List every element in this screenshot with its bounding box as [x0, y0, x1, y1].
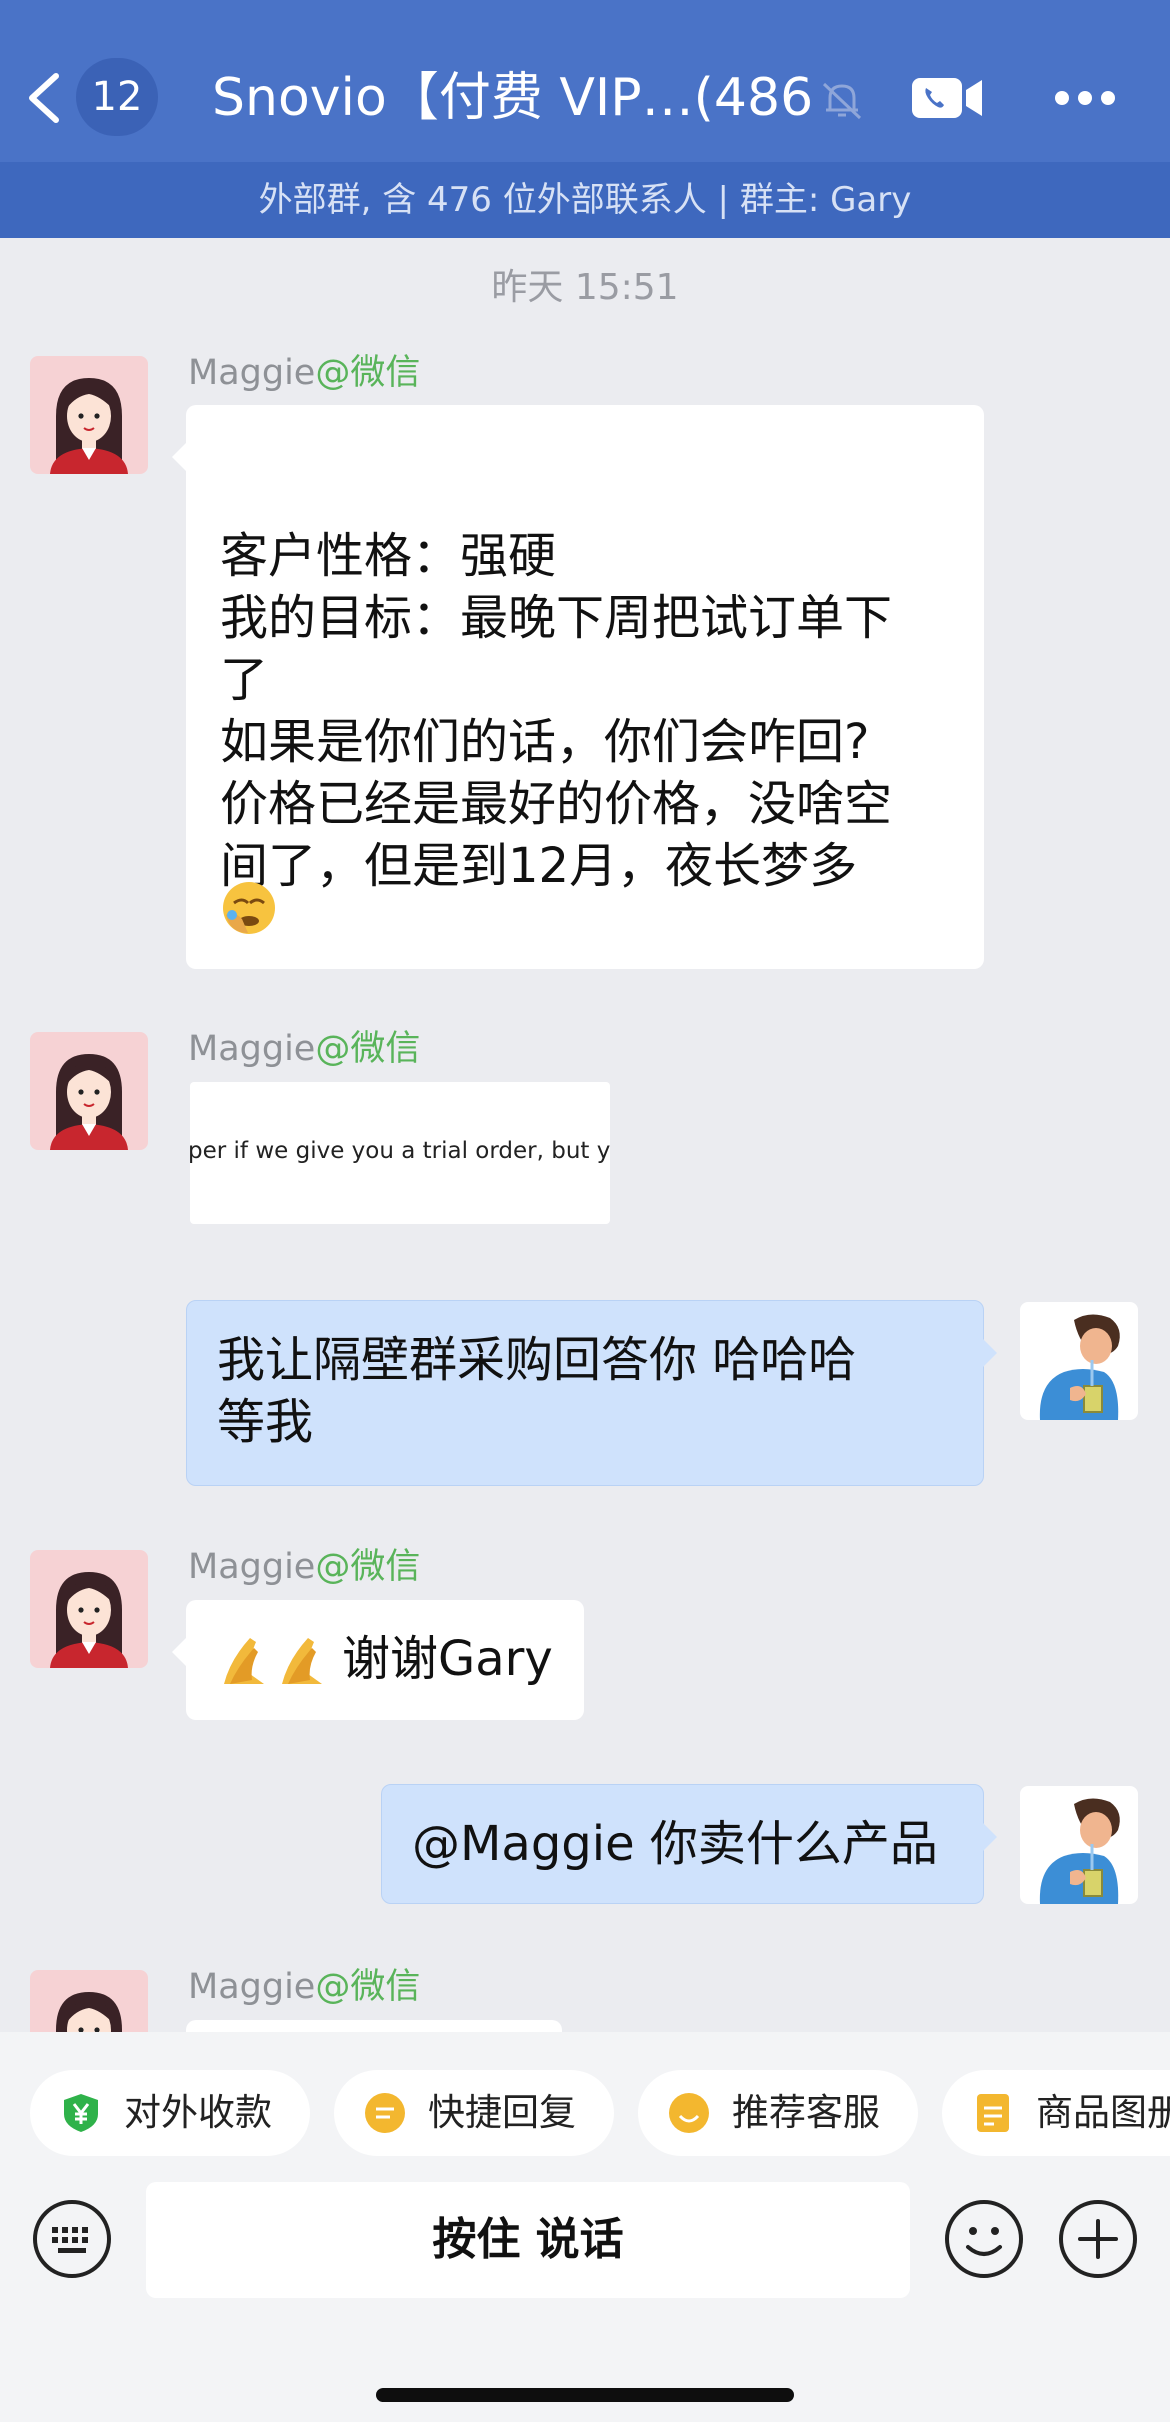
sender-source-tag: @微信: [315, 353, 421, 393]
plus-icon[interactable]: [1058, 2199, 1138, 2279]
message-list[interactable]: 昨天 15:51 Maggie@微信 客户性格：强硬 我的目标：最晚下周把试订单…: [0, 238, 1170, 2032]
chip-label: 对外收款: [124, 2091, 272, 2134]
unread-count-badge[interactable]: 12: [76, 58, 158, 136]
avatar-maggie[interactable]: [30, 356, 148, 474]
input-bar: 按住 说话: [0, 2182, 1170, 2422]
sender-source-tag: @微信: [315, 1967, 421, 2007]
payment-icon: [64, 2094, 98, 2132]
message-bubble-incoming[interactable]: 客户性格：强硬 我的目标：最晚下周把试订单下 了 如果是你们的话，你们会咋回? …: [172, 405, 984, 969]
avatar-maggie[interactable]: [30, 1032, 148, 1150]
chip-external-payment[interactable]: 对外收款: [30, 2070, 310, 2156]
message-bubble-incoming[interactable]: [186, 2020, 562, 2032]
more-dots-icon[interactable]: [1054, 88, 1116, 108]
emoji-icon[interactable]: [944, 2199, 1024, 2279]
sender-name-text: Maggie: [188, 1547, 316, 1587]
image-message[interactable]: per if we give you a trial order, but yo: [190, 1082, 610, 1224]
avatar-maggie[interactable]: [30, 1970, 148, 2032]
chip-product-album[interactable]: 商品图册: [942, 2070, 1170, 2156]
sender-name[interactable]: Maggie@微信: [188, 1962, 420, 2012]
folded-hands-emoji: [224, 1638, 322, 1684]
quick-action-bar: 对外收款 快捷回复 推荐客服 商品图册: [0, 2032, 1170, 2182]
message-bubble-outgoing[interactable]: @Maggie 你卖什么产品: [381, 1784, 997, 1904]
sender-name-text: Maggie: [188, 1967, 316, 2007]
message-line: 我让隔壁群采购回答你 哈哈哈: [217, 1332, 857, 1388]
group-title[interactable]: Snovio【付费 VIP…(486): [212, 60, 812, 136]
back-chevron-icon[interactable]: [24, 72, 64, 124]
sender-name[interactable]: Maggie@微信: [188, 348, 420, 398]
chip-label: 快捷回复: [428, 2091, 576, 2134]
message-bubble-incoming[interactable]: 谢谢Gary: [172, 1600, 584, 1720]
message-timestamp: 昨天 15:51: [491, 267, 679, 308]
facepalm-emoji: [223, 882, 275, 934]
message-line: 客户性格：强硬: [220, 528, 557, 584]
avatar-self[interactable]: [1020, 1786, 1138, 1904]
message-line: [220, 463, 948, 525]
chip-recommend-service[interactable]: 推荐客服: [638, 2070, 918, 2156]
image-message-text: per if we give you a trial order, but yo: [190, 1138, 610, 1164]
hold-to-talk-button[interactable]: 按住 说话: [146, 2182, 910, 2298]
chip-quick-reply[interactable]: 快捷回复: [334, 2070, 614, 2156]
chip-label: 商品图册: [1036, 2091, 1170, 2134]
message-text: 谢谢Gary: [342, 1631, 553, 1687]
video-call-icon[interactable]: [910, 74, 984, 122]
sender-name[interactable]: Maggie@微信: [188, 1542, 420, 1592]
message-bubble-outgoing[interactable]: 我让隔壁群采购回答你 哈哈哈 等我: [186, 1300, 997, 1486]
mute-bell-icon: [822, 82, 862, 120]
group-info-bar[interactable]: 外部群, 含 476 位外部联系人 | 群主: Gary: [0, 162, 1170, 238]
keyboard-icon[interactable]: [32, 2199, 112, 2279]
sender-source-tag: @微信: [315, 1029, 421, 1069]
chat-header: 12 Snovio【付费 VIP…(486): [0, 0, 1170, 162]
avatar-maggie[interactable]: [30, 1550, 148, 1668]
message-text: @Maggie 你卖什么产品: [412, 1816, 938, 1872]
message-line: 如果是你们的话，你们会咋回?: [220, 714, 870, 770]
message-line: 间了，但是到12月，夜长梦多: [220, 838, 858, 894]
home-indicator: [376, 2388, 794, 2402]
message-line: 等我: [217, 1394, 314, 1450]
quick-reply-icon: [365, 2093, 405, 2133]
message-line: 我的目标：最晚下周把试订单下: [220, 590, 893, 646]
message-line: 价格已经是最好的价格，没啥空: [220, 776, 893, 832]
message-line: 了: [220, 652, 269, 708]
sender-name-text: Maggie: [188, 353, 316, 393]
product-album-icon: [977, 2094, 1009, 2132]
sender-name-text: Maggie: [188, 1029, 316, 1069]
chip-label: 推荐客服: [732, 2091, 880, 2134]
avatar-self[interactable]: [1020, 1302, 1138, 1420]
sender-source-tag: @微信: [315, 1547, 421, 1587]
recommend-service-icon: [669, 2093, 709, 2133]
sender-name[interactable]: Maggie@微信: [188, 1024, 420, 1074]
